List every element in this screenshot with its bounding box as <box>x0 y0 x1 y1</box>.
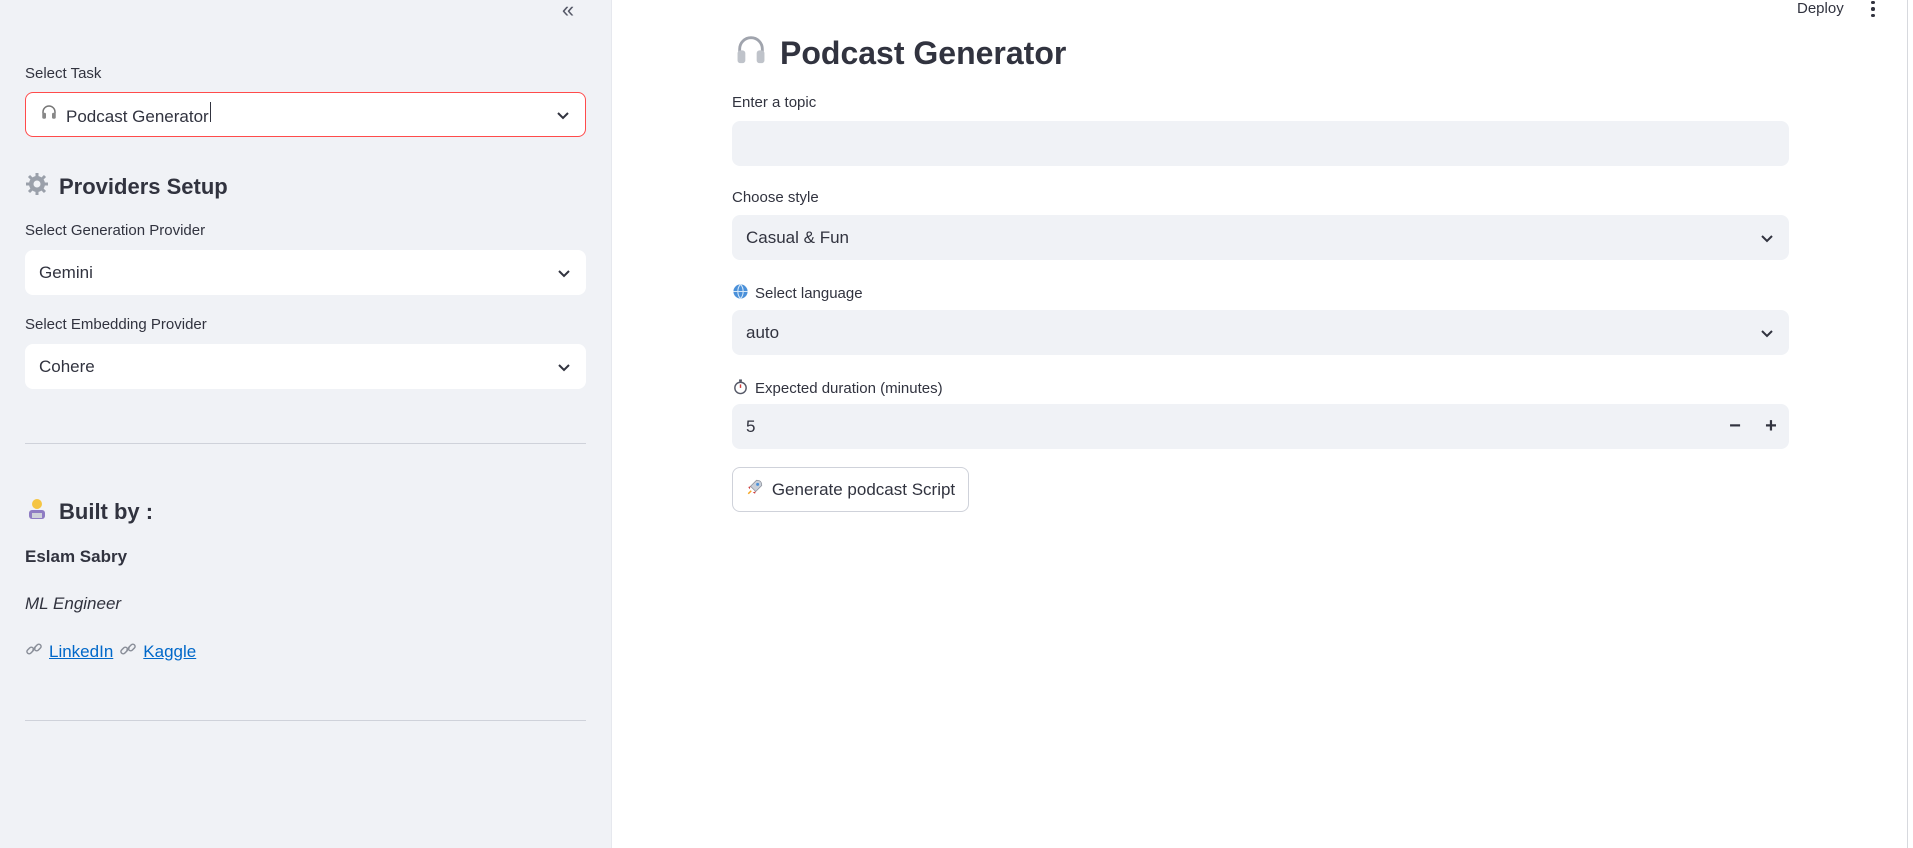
page-title: Podcast Generator <box>734 32 1066 74</box>
chevron-down-icon <box>556 265 572 281</box>
text-cursor <box>209 102 212 122</box>
embedding-provider-label: Select Embedding Provider <box>25 316 207 333</box>
language-select[interactable]: auto <box>732 310 1789 355</box>
duration-value[interactable]: 5 <box>746 417 1717 437</box>
generation-provider-value: Gemini <box>39 262 93 282</box>
sidebar: « Select Task Podcast Generator Provider… <box>0 0 612 848</box>
linkedin-link[interactable]: LinkedIn <box>49 642 113 662</box>
chevron-down-icon <box>555 107 571 123</box>
decrement-button[interactable]: − <box>1717 404 1753 449</box>
author-name: Eslam Sabry <box>25 547 128 566</box>
topic-input[interactable] <box>732 121 1789 166</box>
kaggle-link[interactable]: Kaggle <box>143 642 196 662</box>
embedding-provider-value: Cohere <box>39 356 95 376</box>
technologist-icon <box>25 497 49 527</box>
generation-provider-select[interactable]: Gemini <box>25 250 586 295</box>
divider <box>25 720 586 721</box>
style-select[interactable]: Casual & Fun <box>732 215 1789 260</box>
chevron-down-icon <box>1759 230 1775 246</box>
providers-setup-heading: Providers Setup <box>25 172 228 202</box>
rocket-icon <box>746 478 764 501</box>
select-task-label: Select Task <box>25 65 102 82</box>
headphones-icon <box>734 32 768 74</box>
generate-podcast-button[interactable]: Generate podcast Script <box>732 467 969 512</box>
chevron-down-icon <box>1759 325 1775 341</box>
increment-button[interactable]: + <box>1753 404 1789 449</box>
link-icon <box>25 640 43 663</box>
task-select[interactable]: Podcast Generator <box>25 92 586 137</box>
globe-icon <box>732 283 749 304</box>
generation-provider-label: Select Generation Provider <box>25 222 206 239</box>
link-icon <box>119 640 137 663</box>
language-label: Select language <box>732 283 863 304</box>
embedding-provider-select[interactable]: Cohere <box>25 344 586 389</box>
duration-label: Expected duration (minutes) <box>732 378 943 399</box>
style-label: Choose style <box>732 189 819 206</box>
topic-label: Enter a topic <box>732 94 817 111</box>
headphones-icon <box>40 103 58 126</box>
duration-number-input[interactable]: 5 − + <box>732 404 1789 449</box>
collapse-sidebar-icon[interactable]: « <box>556 0 580 22</box>
chevron-down-icon <box>556 359 572 375</box>
gear-icon <box>25 172 49 202</box>
built-by-heading: Built by : <box>25 497 153 527</box>
author-role: ML Engineer <box>25 594 122 613</box>
kebab-menu-icon[interactable] <box>1866 0 1880 18</box>
social-links: LinkedIn Kaggle <box>25 640 196 663</box>
language-select-value: auto <box>746 322 780 342</box>
deploy-button[interactable]: Deploy <box>1797 0 1844 17</box>
style-select-value: Casual & Fun <box>746 227 849 247</box>
stopwatch-icon <box>732 378 749 399</box>
divider <box>25 443 586 444</box>
scrollbar-track <box>1907 0 1908 848</box>
task-select-value: Podcast Generator <box>66 107 209 126</box>
